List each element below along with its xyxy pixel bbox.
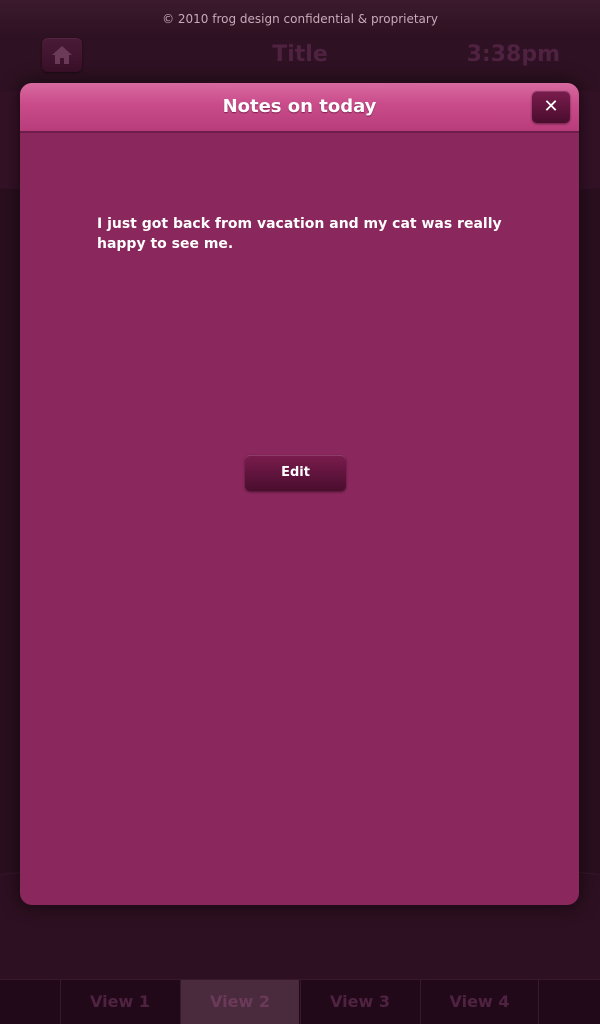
screen: © 2010 frog design confidential & propri… <box>0 0 600 1024</box>
copyright-notice: © 2010 frog design confidential & propri… <box>0 0 600 36</box>
clock-time: 3:38pm <box>466 42 560 67</box>
note-text: I just got back from vacation and my cat… <box>97 216 502 252</box>
app-header: Title 3:38pm <box>0 36 600 80</box>
modal-header: Notes on today ✕ <box>20 83 579 133</box>
notes-modal: Notes on today ✕ I just got back from va… <box>20 83 579 905</box>
tab-view-2[interactable]: View 2 <box>180 980 299 1024</box>
tab-bar: View 1 View 2 View 3 View 4 <box>0 979 600 1024</box>
edit-button[interactable]: Edit <box>245 455 346 491</box>
close-button[interactable]: ✕ <box>532 91 570 123</box>
modal-title: Notes on today <box>222 96 377 117</box>
close-icon: ✕ <box>543 96 559 117</box>
tab-view-3[interactable]: View 3 <box>300 980 419 1024</box>
tab-view-4[interactable]: View 4 <box>420 980 539 1024</box>
tab-view-1[interactable]: View 1 <box>60 980 179 1024</box>
